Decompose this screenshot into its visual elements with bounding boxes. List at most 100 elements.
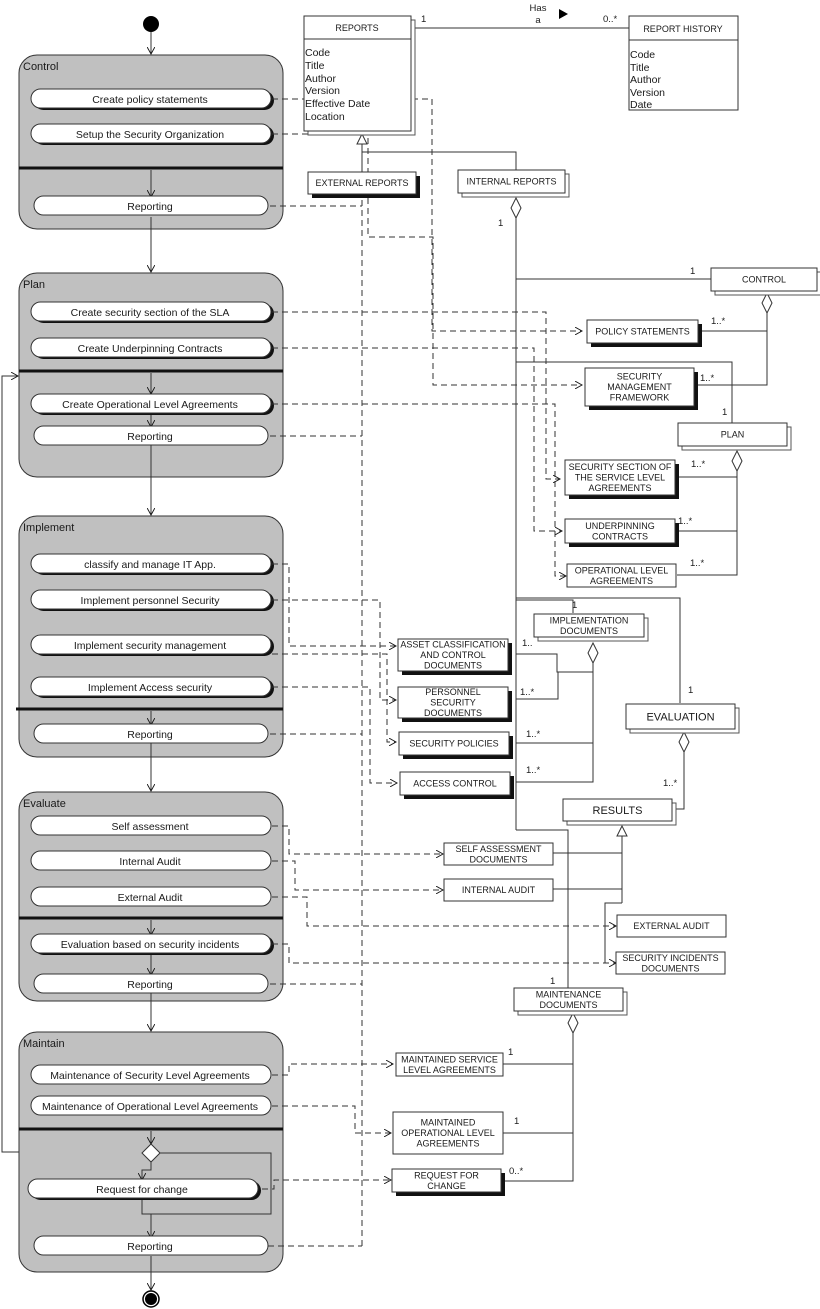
activity-external-audit[interactable]: External Audit xyxy=(30,886,272,907)
multiplicity: 0..* xyxy=(603,14,618,25)
swimlane-label: Evaluate xyxy=(23,798,66,810)
activity-internal-audit[interactable]: Internal Audit xyxy=(30,850,272,871)
class-self-assessment-docs[interactable]: SELF ASSESSMENTDOCUMENTS xyxy=(443,842,554,866)
class-name: INTERNAL AUDIT xyxy=(462,885,536,895)
activity-maintenance-of-operational-level-agreements[interactable]: Maintenance of Operational Level Agreeme… xyxy=(30,1095,272,1116)
class-evaluation[interactable]: EVALUATION xyxy=(625,703,740,734)
class-maintained-ola[interactable]: MAINTAINEDOPERATIONAL LEVELAGREEMENTS xyxy=(392,1111,504,1155)
class-name: POLICY STATEMENTS xyxy=(595,327,690,337)
initial-node xyxy=(143,16,159,32)
activity-label: Create policy statements xyxy=(92,94,208,106)
class-underpinning-contracts[interactable]: UNDERPINNINGCONTRACTS xyxy=(564,518,679,547)
class-security-incidents-docs[interactable]: SECURITY INCIDENTSDOCUMENTS xyxy=(615,951,726,975)
class-name: INTERNAL REPORTS xyxy=(466,177,556,187)
activity-maintenance-of-security-level-agreements[interactable]: Maintenance of Security Level Agreements xyxy=(30,1064,272,1085)
class-reports[interactable]: REPORTS Code Title Author Version Effect… xyxy=(303,15,416,136)
class-name: DOCUMENTS xyxy=(540,1000,598,1010)
class-name: MAINTAINED xyxy=(421,1118,476,1128)
activity-reporting[interactable]: Reporting xyxy=(33,1235,269,1256)
class-title: REPORTS xyxy=(335,23,378,33)
multiplicity-policy-statements: 1..* xyxy=(711,316,726,327)
class-attribute: Location xyxy=(305,111,345,123)
class-access-control[interactable]: ACCESS CONTROL xyxy=(399,771,514,799)
class-name: CONTROL xyxy=(742,275,786,285)
swimlane-label: Plan xyxy=(23,279,45,291)
class-name: AND CONTROL xyxy=(420,650,486,660)
class-attribute: Effective Date xyxy=(305,98,370,110)
class-attribute: Date xyxy=(630,99,652,111)
class-policy-statements[interactable]: POLICY STATEMENTS xyxy=(586,319,702,347)
multiplicity-control: 1 xyxy=(690,266,695,277)
activity-label: Self assessment xyxy=(111,821,188,833)
class-name: EVALUATION xyxy=(646,712,714,724)
class-results[interactable]: RESULTS xyxy=(562,798,677,826)
multiplicity-security-policies: 1..* xyxy=(526,729,541,740)
class-security-section-sla[interactable]: SECURITY SECTION OFTHE SERVICE LEVELAGRE… xyxy=(564,459,679,499)
activity-implement-security-management[interactable]: Implement security management xyxy=(30,634,274,656)
multiplicity-results: 1..* xyxy=(663,778,678,789)
direction-arrow-icon xyxy=(559,9,568,19)
multiplicity-evaluation: 1 xyxy=(688,685,693,696)
class-name: DOCUMENTS xyxy=(424,661,482,671)
class-report-history[interactable]: REPORT HISTORY Code Title Author Version… xyxy=(628,15,739,111)
activity-create-security-section-of-the-sla[interactable]: Create security section of the SLA xyxy=(30,301,274,323)
class-name: ASSET CLASSIFICATION xyxy=(400,640,505,650)
class-asset-classification[interactable]: ASSET CLASSIFICATIONAND CONTROLDOCUMENTS xyxy=(397,638,512,675)
activity-label: Implement security management xyxy=(74,640,226,652)
class-internal-reports[interactable]: INTERNAL REPORTS xyxy=(457,169,570,198)
class-plan[interactable]: PLAN xyxy=(677,422,792,451)
activity-label: Maintenance of Operational Level Agreeme… xyxy=(42,1101,258,1113)
class-implementation-documents[interactable]: IMPLEMENTATIONDOCUMENTS xyxy=(533,613,649,642)
class-operational-level-agreements[interactable]: OPERATIONAL LEVELAGREEMENTS xyxy=(566,563,677,588)
activity-setup-the-security-organization[interactable]: Setup the Security Organization xyxy=(30,123,274,145)
activity-label: Create Operational Level Agreements xyxy=(62,399,238,411)
activity-classify-and-manage-it-app[interactable]: classify and manage IT App. xyxy=(30,553,274,575)
activity-label: Create security section of the SLA xyxy=(71,307,230,319)
activity-implement-personnel-security[interactable]: Implement personnel Security xyxy=(30,589,274,611)
class-personnel-security[interactable]: PERSONNELSECURITYDOCUMENTS xyxy=(397,686,512,722)
activity-label: Reporting xyxy=(127,201,173,213)
class-attribute: Author xyxy=(630,74,661,86)
class-name: OPERATIONAL LEVEL xyxy=(401,1128,495,1138)
class-security-management-framework[interactable]: SECURITYMANAGEMENTFRAMEWORK xyxy=(584,367,698,410)
association-label: a xyxy=(535,15,541,26)
class-name: SECURITY INCIDENTS xyxy=(622,953,718,963)
activity-reporting[interactable]: Reporting xyxy=(33,723,269,744)
activity-label: Implement Access security xyxy=(88,682,213,694)
activity-reporting[interactable]: Reporting xyxy=(33,973,269,994)
activity-implement-access-security[interactable]: Implement Access security xyxy=(30,676,274,698)
multiplicity-request-for-change: 0..* xyxy=(509,1166,524,1177)
class-name: AGREEMENTS xyxy=(416,1139,479,1149)
class-name: CHANGE xyxy=(427,1181,466,1191)
class-external-audit[interactable]: EXTERNAL AUDIT xyxy=(616,914,727,938)
activity-label: Reporting xyxy=(127,729,173,741)
class-request-for-change[interactable]: REQUEST FORCHANGE xyxy=(391,1168,505,1196)
activity-request-for-change[interactable]: Request for change xyxy=(27,1178,261,1200)
multiplicity: 1 xyxy=(421,14,426,25)
class-name: SELF ASSESSMENT xyxy=(455,844,542,854)
activity-create-underpinning-contracts[interactable]: Create Underpinning Contracts xyxy=(30,337,274,359)
class-maintenance-documents[interactable]: MAINTENANCEDOCUMENTS xyxy=(513,987,628,1016)
class-attribute: Code xyxy=(630,49,655,61)
multiplicity-personnel-security: 1..* xyxy=(520,687,535,698)
activity-reporting[interactable]: Reporting xyxy=(33,195,269,216)
class-attribute: Code xyxy=(305,47,330,59)
activity-evaluation-based-on-security-incidents[interactable]: Evaluation based on security incidents xyxy=(30,933,274,955)
class-security-policies[interactable]: SECURITY POLICIES xyxy=(398,731,513,759)
class-name: ACCESS CONTROL xyxy=(413,779,497,789)
activity-self-assessment[interactable]: Self assessment xyxy=(30,815,272,836)
activity-create-operational-level-agreements[interactable]: Create Operational Level Agreements xyxy=(30,393,274,415)
activity-label: Create Underpinning Contracts xyxy=(78,343,223,355)
class-attribute: Author xyxy=(305,73,336,85)
multiplicity-security-management-framework: 1..* xyxy=(700,373,715,384)
class-name: MAINTENANCE xyxy=(536,989,602,999)
activity-reporting[interactable]: Reporting xyxy=(33,425,269,446)
class-maintained-sla[interactable]: MAINTAINED SERVICELEVEL AGREEMENTS xyxy=(395,1052,504,1077)
class-control[interactable]: CONTROL xyxy=(710,267,820,296)
activity-create-policy-statements[interactable]: Create policy statements xyxy=(30,88,274,110)
association-label: Has xyxy=(530,3,547,14)
association-has-a: Has a 1 0..* xyxy=(421,3,618,26)
class-internal-audit[interactable]: INTERNAL AUDIT xyxy=(443,878,554,902)
activity-label: Reporting xyxy=(127,431,173,443)
class-external-reports[interactable]: EXTERNAL REPORTS xyxy=(307,171,420,198)
